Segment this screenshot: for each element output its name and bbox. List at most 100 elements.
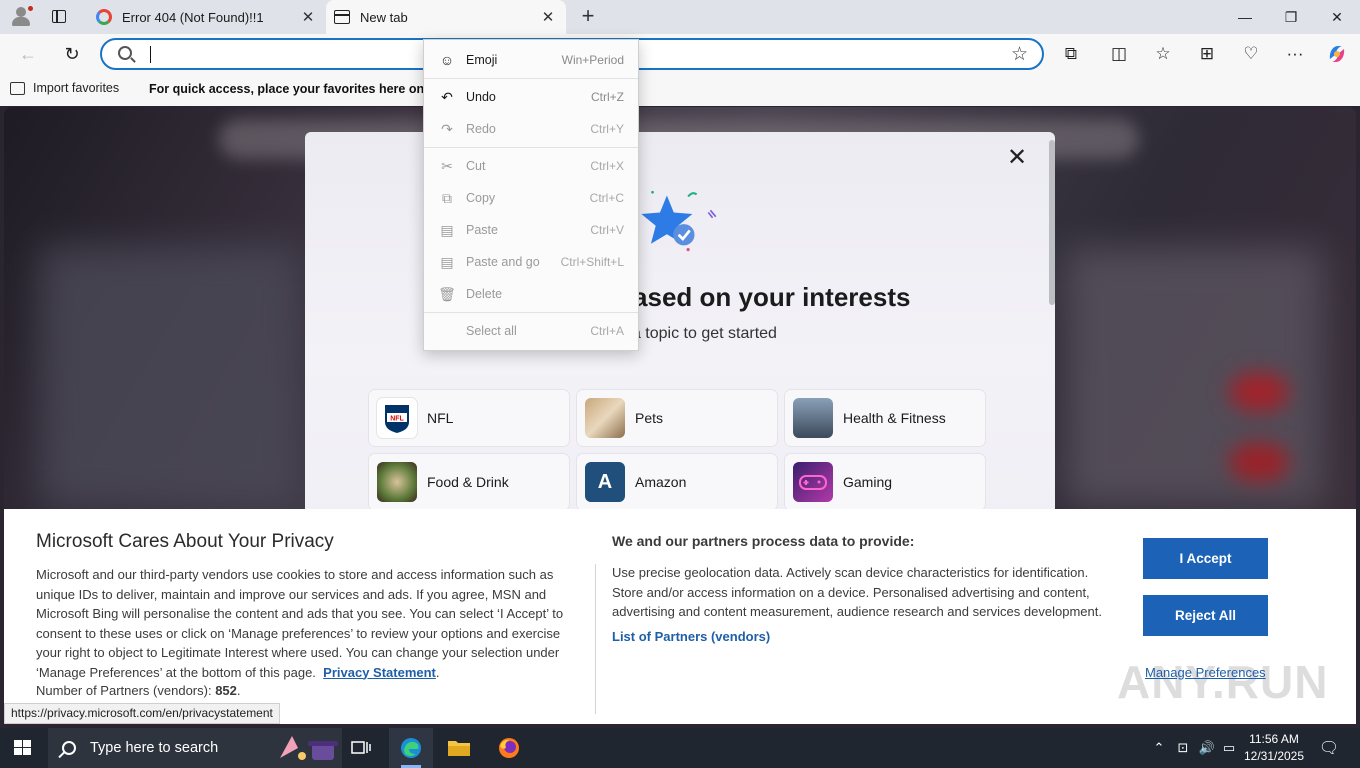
topic-label: Food & Drink xyxy=(427,474,509,490)
minimize-button[interactable]: — xyxy=(1222,0,1268,34)
notifications-icon[interactable]: 🗨 xyxy=(1316,728,1342,768)
privacy-title: Microsoft Cares About Your Privacy xyxy=(36,531,334,552)
menu-item-paste-and-go[interactable]: ▤ Paste and go Ctrl+Shift+L xyxy=(424,247,638,277)
menu-item-shortcut: Ctrl+Shift+L xyxy=(560,255,624,269)
topic-pets[interactable]: Pets xyxy=(577,390,777,446)
menu-separator xyxy=(424,147,638,148)
partners-list-link[interactable]: List of Partners (vendors) xyxy=(612,629,770,644)
menu-separator xyxy=(424,312,638,313)
menu-item-paste[interactable]: ▤ Paste Ctrl+V xyxy=(424,215,638,245)
windows-start-icon[interactable] xyxy=(14,740,32,756)
browser-toolbar: ← ↻ ☆ ⧉ ◫ ☆ ⊞ ♡ ··· xyxy=(0,34,1360,74)
add-favorite-icon[interactable]: ☆ xyxy=(1011,43,1028,66)
restore-button[interactable]: ❐ xyxy=(1268,0,1314,34)
close-tab-icon[interactable]: ✕ xyxy=(536,8,560,26)
menu-item-select-all[interactable]: Select all Ctrl+A xyxy=(424,316,638,346)
reject-all-button[interactable]: Reject All xyxy=(1143,595,1268,636)
menu-item-shortcut: Ctrl+X xyxy=(590,159,624,173)
new-tab-button[interactable]: + xyxy=(576,5,600,29)
close-tab-icon[interactable]: ✕ xyxy=(296,8,320,26)
partners-count-value: 852 xyxy=(215,683,237,698)
menu-item-undo[interactable]: ↶ Undo Ctrl+Z xyxy=(424,82,638,112)
topic-health-fitness[interactable]: Health & Fitness xyxy=(785,390,985,446)
menu-item-shortcut: Ctrl+A xyxy=(590,324,624,338)
menu-item-redo[interactable]: ↷ Redo Ctrl+Y xyxy=(424,114,638,144)
volume-icon[interactable]: 🔊 xyxy=(1196,728,1218,768)
accept-button[interactable]: I Accept xyxy=(1143,538,1268,579)
tab-new-tab[interactable]: New tab ✕ xyxy=(326,0,566,34)
topic-food-drink[interactable]: Food & Drink xyxy=(369,454,569,510)
fitness-thumbnail xyxy=(793,398,833,438)
menu-item-copy[interactable]: ⧉ Copy Ctrl+C xyxy=(424,183,638,213)
settings-more-icon[interactable]: ··· xyxy=(1280,40,1310,68)
gaming-thumbnail xyxy=(793,462,833,502)
cut-icon: ✂ xyxy=(441,157,453,174)
import-favorites-button[interactable]: Import favorites xyxy=(10,81,119,95)
taskbar-clock[interactable]: 11:56 AM 12/31/2025 xyxy=(1236,731,1312,765)
edge-taskbar-icon[interactable] xyxy=(389,728,433,768)
manage-preferences-link[interactable]: Manage Preferences xyxy=(1145,665,1266,680)
privacy-statement-link[interactable]: Privacy Statement xyxy=(323,665,436,680)
menu-item-cut[interactable]: ✂ Cut Ctrl+X xyxy=(424,151,638,181)
google-favicon-icon xyxy=(96,9,112,25)
menu-item-label: Copy xyxy=(466,191,496,205)
favorites-icon[interactable]: ☆ xyxy=(1148,40,1178,68)
close-dialog-icon[interactable]: ✕ xyxy=(1005,146,1029,170)
blurred-content xyxy=(40,247,300,507)
topic-amazon[interactable]: A Amazon xyxy=(577,454,777,510)
back-button[interactable]: ← xyxy=(14,40,42,68)
dialog-title: Personalized based on your interests xyxy=(449,282,911,312)
clock-date: 12/31/2025 xyxy=(1243,749,1305,763)
text-caret xyxy=(150,46,151,63)
menu-item-label: Select all xyxy=(466,324,517,338)
menu-item-label: Redo xyxy=(466,122,496,136)
search-icon xyxy=(118,46,132,60)
redo-icon: ↷ xyxy=(441,120,453,137)
favorites-hint: For quick access, place your favorites h… xyxy=(149,82,425,96)
browser-essentials-icon[interactable]: ♡ xyxy=(1236,40,1266,68)
topic-label: Gaming xyxy=(843,474,893,490)
copy-icon: ⧉ xyxy=(442,189,452,206)
menu-item-shortcut: Ctrl+Y xyxy=(590,122,624,136)
firefox-icon[interactable] xyxy=(487,728,531,768)
close-window-button[interactable]: ✕ xyxy=(1314,0,1360,34)
tab-actions-icon[interactable] xyxy=(52,10,66,23)
file-explorer-icon[interactable] xyxy=(437,728,481,768)
nfl-logo: NFL xyxy=(377,398,417,438)
dialog-subtitle: Select a topic to get started xyxy=(583,325,777,342)
undo-icon: ↶ xyxy=(441,88,453,105)
process-heading: We and our partners process data to prov… xyxy=(612,533,915,549)
taskbar-search[interactable]: Type here to search xyxy=(48,728,342,768)
blurred-content xyxy=(1229,442,1289,482)
split-screen-icon[interactable]: ◫ xyxy=(1104,40,1134,68)
profile-icon[interactable] xyxy=(8,5,34,29)
collections-icon[interactable]: ⊞ xyxy=(1192,40,1222,68)
menu-item-shortcut: Ctrl+Z xyxy=(591,90,624,104)
tab-strip: Error 404 (Not Found)!!1 ✕ New tab ✕ + —… xyxy=(0,0,1360,34)
menu-item-shortcut: Win+Period xyxy=(561,53,624,67)
privacy-body-text: Microsoft and our third-party vendors us… xyxy=(36,567,564,680)
divider xyxy=(595,564,596,714)
tab-error-404[interactable]: Error 404 (Not Found)!!1 ✕ xyxy=(86,0,326,34)
refresh-button[interactable]: ↻ xyxy=(58,40,86,68)
topic-nfl[interactable]: NFL NFL xyxy=(369,390,569,446)
paste-icon: ▤ xyxy=(440,221,454,238)
notification-dot xyxy=(27,5,34,12)
menu-item-delete[interactable]: 🗑 Delete xyxy=(424,279,638,309)
network-icon[interactable]: ⊡ xyxy=(1172,728,1194,768)
delete-icon: 🗑 xyxy=(438,285,456,302)
star-check-icon xyxy=(641,190,717,252)
tab-title: Error 404 (Not Found)!!1 xyxy=(122,9,264,25)
dialog-scrollbar[interactable] xyxy=(1049,140,1055,305)
clock-time: 11:56 AM xyxy=(1249,732,1299,746)
partners-count: Number of Partners (vendors): 852. xyxy=(36,683,241,698)
task-view-icon[interactable] xyxy=(339,728,383,768)
topic-gaming[interactable]: Gaming xyxy=(785,454,985,510)
tab-title: New tab xyxy=(360,9,408,25)
menu-item-emoji[interactable]: ☺ Emoji Win+Period xyxy=(424,45,638,75)
menu-separator xyxy=(424,78,638,79)
copilot-icon[interactable] xyxy=(1322,40,1352,68)
extensions-icon[interactable]: ⧉ xyxy=(1056,40,1086,68)
windows-taskbar: Type here to search ⌃ ⊡ 🔊 ▭ 11:56 AM 12/… xyxy=(0,728,1360,768)
show-hidden-icons[interactable]: ⌃ xyxy=(1148,728,1170,768)
